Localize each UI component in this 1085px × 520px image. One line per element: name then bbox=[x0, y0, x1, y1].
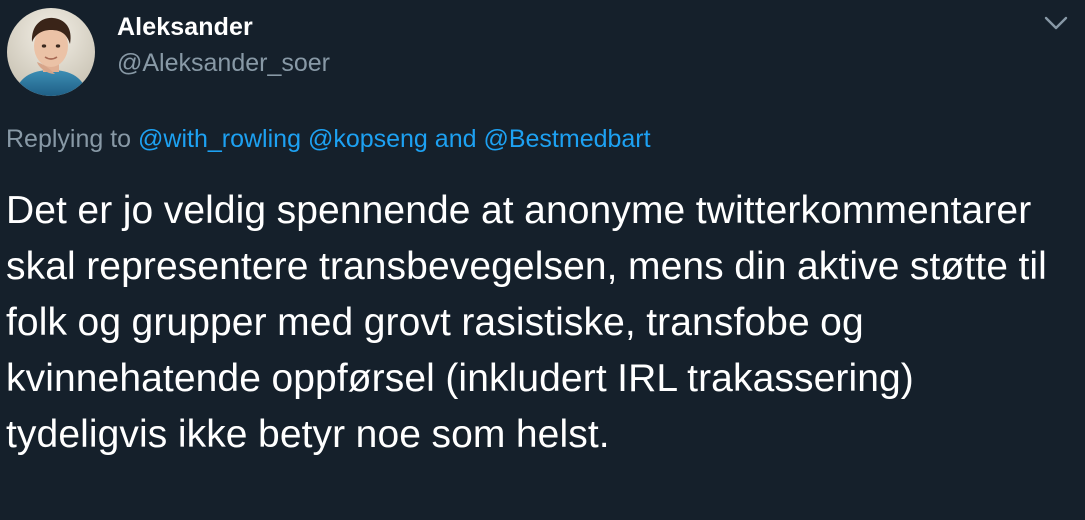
display-name[interactable]: Aleksander bbox=[117, 13, 253, 42]
mention-link[interactable]: @Bestmedbart bbox=[483, 125, 650, 153]
tweet-text: Det er jo veldig spennende at anonyme tw… bbox=[6, 189, 1047, 456]
replying-to-label: Replying to bbox=[6, 125, 132, 153]
chevron-down-icon[interactable] bbox=[1040, 10, 1072, 36]
tweet-card: Aleksander @Aleksander_soer Replying to … bbox=[0, 0, 1085, 520]
mention-separator[interactable]: and bbox=[435, 125, 477, 153]
replying-to-line: Replying to @with_rowling @kopseng and @… bbox=[6, 125, 651, 154]
mention-link[interactable]: @with_rowling bbox=[138, 125, 301, 153]
mention-link[interactable]: @kopseng bbox=[308, 125, 428, 153]
user-handle[interactable]: @Aleksander_soer bbox=[117, 49, 330, 78]
avatar-image bbox=[7, 8, 95, 96]
avatar[interactable] bbox=[7, 8, 95, 96]
